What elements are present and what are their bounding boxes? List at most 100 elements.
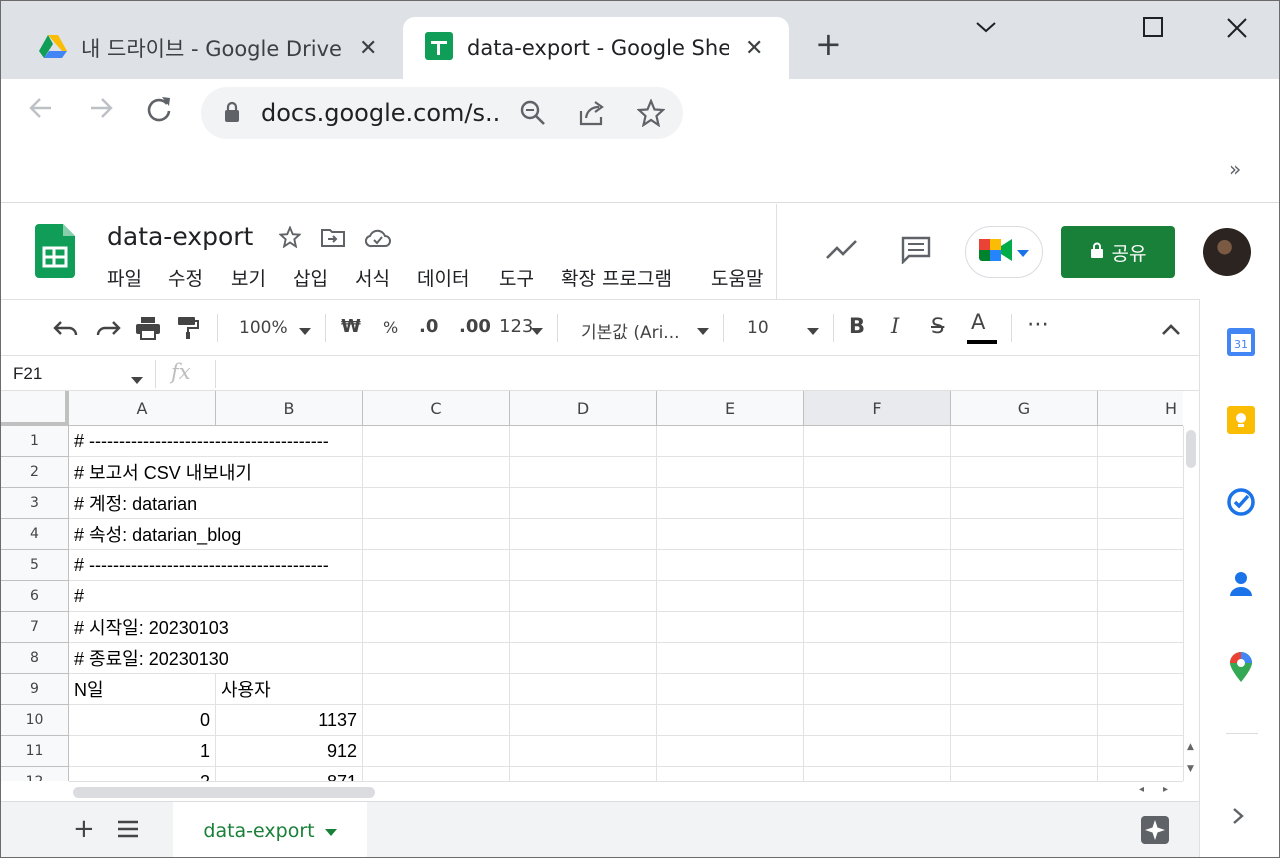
undo-icon[interactable] [53,318,79,343]
keep-icon[interactable] [1226,405,1256,439]
cell-d2[interactable] [510,457,657,488]
cell-a2[interactable]: # 보고서 CSV 내보내기 [69,457,252,488]
cell-h1[interactable] [1098,426,1183,457]
row-header[interactable]: 7 [1,612,69,643]
tasks-icon[interactable] [1226,487,1256,521]
chevron-up-icon[interactable] [1161,320,1181,341]
italic-button[interactable]: I [891,314,899,338]
cell-f12[interactable] [804,767,951,781]
cell-f7[interactable] [804,612,951,643]
row-header[interactable]: 10 [1,705,69,736]
cell-b7[interactable] [216,612,363,643]
cell-h3[interactable] [1098,488,1183,519]
name-box[interactable]: F21 [13,364,42,384]
cell-g12[interactable] [951,767,1098,781]
comments-icon[interactable] [901,236,931,268]
cell-g2[interactable] [951,457,1098,488]
cell-d4[interactable] [510,519,657,550]
cell-g10[interactable] [951,705,1098,736]
cell-a10[interactable]: 0 [69,705,216,736]
cell-d1[interactable] [510,426,657,457]
scroll-up-arrow[interactable]: ▲ [1187,742,1194,752]
address-bar[interactable]: docs.google.com/s... [201,87,683,139]
cell-f8[interactable] [804,643,951,674]
maps-icon[interactable] [1228,651,1254,687]
cell-c10[interactable] [363,705,510,736]
share-page-icon[interactable] [577,99,607,131]
cell-b9[interactable]: 사용자 [216,674,363,705]
column-header-b[interactable]: B [216,391,363,426]
cell-d3[interactable] [510,488,657,519]
reload-icon[interactable] [141,95,177,130]
cell-b1[interactable] [216,426,363,457]
row-header[interactable]: 6 [1,581,69,612]
cell-a4[interactable]: # 속성: datarian_blog [69,519,241,550]
star-icon[interactable] [636,98,666,131]
vertical-scrollbar[interactable]: ▲ ▼ [1183,426,1199,781]
chevron-down-icon[interactable] [131,370,143,389]
formula-input[interactable] [217,356,1197,390]
cell-f6[interactable] [804,581,951,612]
cell-a8[interactable]: # 종료일: 20230130 [69,643,229,674]
back-icon[interactable] [23,95,59,128]
cell-c9[interactable] [363,674,510,705]
cell-b8[interactable] [216,643,363,674]
cell-h9[interactable] [1098,674,1183,705]
cell-h6[interactable] [1098,581,1183,612]
cell-f2[interactable] [804,457,951,488]
sheet-tab-data-export[interactable]: data-export [173,802,367,857]
activity-trend-icon[interactable] [825,238,859,266]
cell-a3[interactable]: # 계정: datarian [69,488,216,519]
share-button[interactable]: 공유 [1061,226,1175,278]
cell-a5[interactable]: # --------------------------------------… [69,550,329,581]
zoom-select[interactable]: 100% [239,318,288,338]
avatar[interactable] [1203,228,1251,276]
star-icon[interactable] [278,225,302,252]
move-folder-icon[interactable] [321,228,345,252]
cell-g9[interactable] [951,674,1098,705]
cell-d5[interactable] [510,550,657,581]
cell-h12[interactable] [1098,767,1183,781]
cell-h5[interactable] [1098,550,1183,581]
cell-d6[interactable] [510,581,657,612]
cell-g1[interactable] [951,426,1098,457]
row-header[interactable]: 3 [1,488,69,519]
tab-data-export[interactable]: data-export - Google Sheets ✕ [403,17,789,79]
cell-a12[interactable]: 2 [69,767,216,781]
cell-g11[interactable] [951,736,1098,767]
cell-h4[interactable] [1098,519,1183,550]
window-close-icon[interactable] [1222,17,1252,45]
tab-google-drive[interactable]: 내 드라이브 - Google Drive ✕ [23,17,401,79]
cell-h10[interactable] [1098,705,1183,736]
maximize-icon[interactable] [1138,17,1168,43]
cell-b4[interactable] [216,519,363,550]
scrollbar-thumb[interactable] [1186,430,1196,468]
bold-button[interactable]: B [849,314,865,338]
cell-d9[interactable] [510,674,657,705]
cell-e8[interactable] [657,643,804,674]
cell-e5[interactable] [657,550,804,581]
chevron-down-icon[interactable] [807,320,819,341]
cell-d7[interactable] [510,612,657,643]
more-formats-button[interactable]: 123 [499,316,533,337]
cell-g3[interactable] [951,488,1098,519]
cell-c6[interactable] [363,581,510,612]
cell-a11[interactable]: 1 [69,736,216,767]
row-header[interactable]: 1 [1,426,69,457]
column-header-g[interactable]: G [951,391,1098,426]
cell-f4[interactable] [804,519,951,550]
row-header[interactable]: 12 [1,767,69,781]
cell-e7[interactable] [657,612,804,643]
chevron-right-icon[interactable] [1232,807,1244,829]
cell-e11[interactable] [657,736,804,767]
cell-c3[interactable] [363,488,510,519]
cell-h8[interactable] [1098,643,1183,674]
document-title[interactable]: data-export [107,222,253,251]
cell-d10[interactable] [510,705,657,736]
menu-extensions[interactable]: 확장 프로그램 [561,264,672,291]
menu-help[interactable]: 도움말 [711,264,763,291]
forward-icon[interactable] [83,95,119,128]
cell-e1[interactable] [657,426,804,457]
cell-a7[interactable]: # 시작일: 20230103 [69,612,229,643]
cell-f11[interactable] [804,736,951,767]
